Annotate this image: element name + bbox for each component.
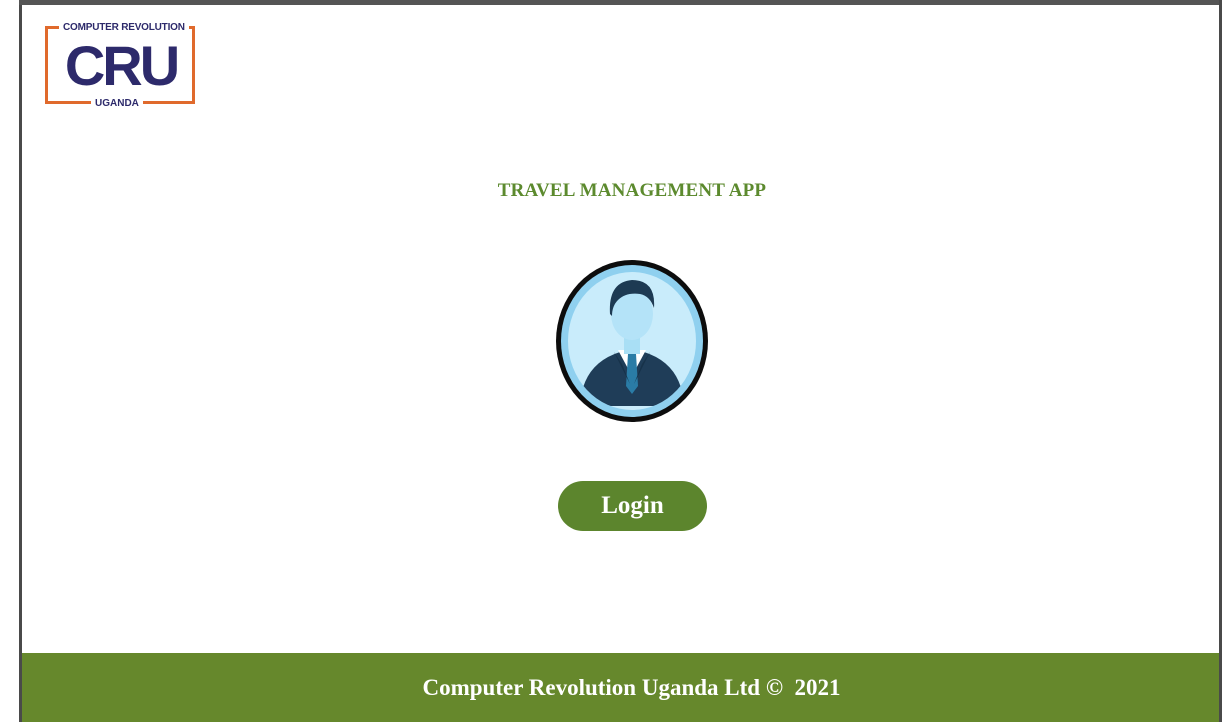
company-logo: COMPUTER REVOLUTION CRU UGANDA [45, 21, 199, 111]
avatar-tie [626, 354, 638, 394]
page-title: TRAVEL MANAGEMENT APP [497, 180, 767, 201]
window-border-top [19, 0, 1230, 5]
logo-bottom-text: UGANDA [91, 97, 143, 111]
logo-top-text: COMPUTER REVOLUTION [59, 21, 189, 35]
user-avatar-graphic [556, 260, 708, 422]
logo-main-text: CRU [64, 34, 180, 97]
window-border-left [19, 0, 22, 722]
footer-copyright: Computer Revolution Uganda Ltd © 2021 [422, 674, 841, 700]
window-margin-right [1222, 0, 1230, 722]
login-button[interactable]: Login [558, 481, 707, 531]
footer-bar: Computer Revolution Uganda Ltd © 2021 [22, 653, 1219, 722]
user-avatar-icon [552, 256, 712, 426]
